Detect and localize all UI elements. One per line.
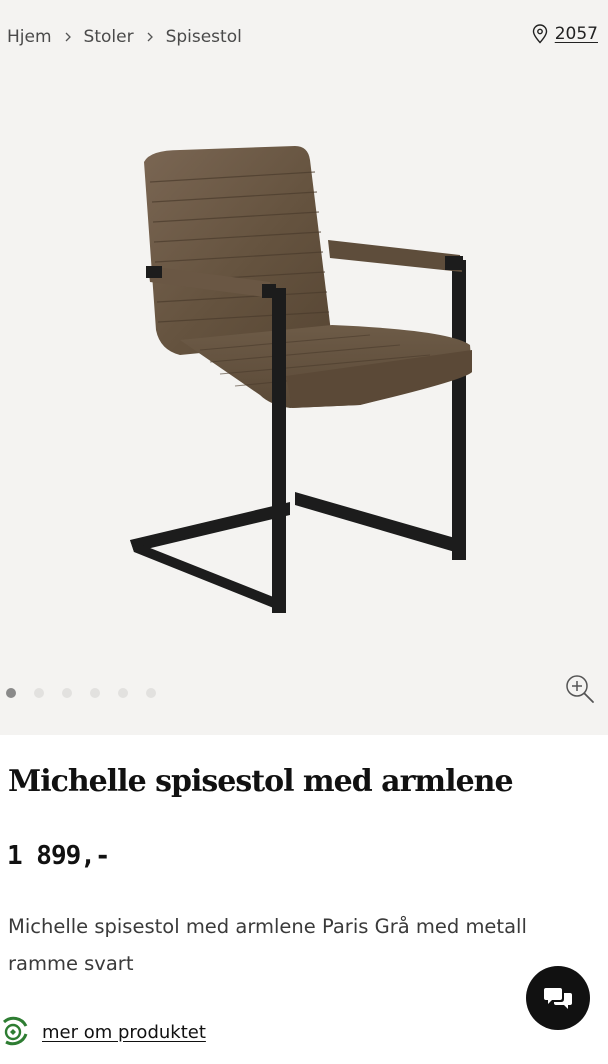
more-about-product-link[interactable]: mer om produktet — [0, 1014, 206, 1050]
gallery-dot-4[interactable] — [90, 688, 100, 698]
recycle-eco-icon — [2, 1016, 28, 1046]
gallery-dot-5[interactable] — [118, 688, 128, 698]
breadcrumb: Hjem Stoler Spisestol — [7, 25, 242, 49]
breadcrumb-item-hjem[interactable]: Hjem — [7, 27, 52, 47]
gallery-pagination — [6, 688, 156, 698]
chat-bubbles-icon — [544, 988, 572, 1009]
zoom-in-icon[interactable] — [563, 672, 595, 704]
breadcrumb-item-spisestol[interactable]: Spisestol — [166, 27, 242, 47]
store-location-link[interactable]: 2057 — [531, 24, 598, 44]
chevron-right-icon — [140, 32, 160, 42]
gallery-dot-1[interactable] — [6, 688, 16, 698]
product-title: Michelle spisestol med armlene — [8, 764, 514, 799]
chevron-right-icon — [58, 32, 78, 42]
store-number: 2057 — [554, 24, 598, 44]
more-about-product-label: mer om produktet — [42, 1021, 206, 1043]
product-description: Michelle spisestol med armlene Paris Grå… — [8, 915, 527, 975]
breadcrumb-item-stoler[interactable]: Stoler — [84, 27, 134, 47]
product-image-chair[interactable] — [120, 140, 490, 620]
product-price: 1 899,- — [7, 841, 111, 871]
gallery-dot-2[interactable] — [34, 688, 44, 698]
location-pin-icon — [532, 24, 547, 44]
product-image-gallery[interactable]: Hjem Stoler Spisestol 2057 — [0, 0, 608, 735]
gallery-dot-3[interactable] — [62, 688, 72, 698]
chat-button[interactable] — [526, 966, 590, 1030]
gallery-dot-6[interactable] — [146, 688, 156, 698]
